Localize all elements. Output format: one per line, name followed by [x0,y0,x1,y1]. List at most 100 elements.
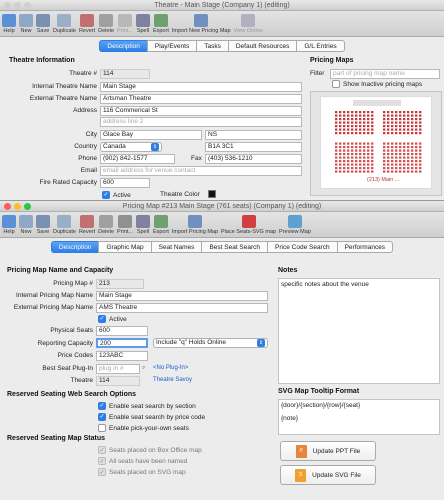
enable-seat-search-by-section-checkbox[interactable]: ✓ Enable seat search by section [98,402,196,410]
email-field[interactable]: email address for venue contact [100,166,302,176]
tab-performances[interactable]: Performances [336,241,394,253]
save-toolbar-button[interactable]: Save [36,14,50,34]
fax-field[interactable]: (403) 536-1210 [205,154,302,164]
seat-dot [343,125,346,128]
window-title: Theatre - Main Stage (Company 1) (editin… [154,2,290,9]
minimize-window-button[interactable] [14,2,21,9]
filter-input[interactable]: part of pricing map name [330,69,440,79]
seat-dot [363,163,366,166]
print-toolbar-button[interactable]: Print... [117,215,133,235]
close-window-button[interactable] [4,2,11,9]
tab-best-seat-search[interactable]: Best Seat Search [201,241,268,253]
tab-play-events[interactable]: Play/Events [146,40,197,52]
spell-toolbar-button[interactable]: Spell [135,14,150,34]
seat-dot [347,153,350,156]
revert-toolbar-button[interactable]: Revert [79,14,95,34]
pricing-map-list[interactable]: (213) Main ... [310,91,442,196]
zoom-window-button[interactable] [24,203,31,210]
close-window-button[interactable] [4,203,11,210]
export-toolbar-button[interactable]: Export [153,14,169,34]
zoom-window-button[interactable] [24,2,31,9]
show-inactive-checkbox[interactable]: Show Inactive pricing maps [332,80,422,88]
view-online-toolbar-button[interactable]: View Online [234,14,263,34]
new-toolbar-button[interactable]: New [19,215,33,235]
update-ppt-button[interactable]: P Update PPT File [280,441,376,461]
seat-dot [335,125,338,128]
update-ppt-label: Update PPT File [312,447,361,455]
seat-dot [359,118,362,121]
seat-dot [383,170,386,173]
print-toolbar-button[interactable]: Print... [117,14,133,34]
search-icon[interactable]: ⌕ [142,365,145,372]
seat-dot [395,149,398,152]
delete-toolbar-button[interactable]: Delete [98,215,114,235]
tab-price-code-search[interactable]: Price Code Search [267,241,337,253]
theatre-color-swatch[interactable] [208,190,216,198]
checkbox-label: Enable seat search by section [109,402,196,410]
import-pricing-map-toolbar-button[interactable]: Import Pricing Map [172,215,218,235]
map-active-checkbox[interactable]: ✓ Active [98,315,127,323]
price-codes-field[interactable]: 123ABC [96,351,148,361]
help-toolbar-button[interactable]: Help [2,14,16,34]
place-seats-svg-map-toolbar-button[interactable]: Place Seats-SVG map [221,215,276,235]
address-line1-field[interactable]: 116 Commerical St [100,106,302,116]
pricing-map-thumbnail[interactable]: (213) Main ... [320,96,432,189]
seat-dot [415,118,418,121]
export-toolbar-button[interactable]: Export [153,215,169,235]
seat-dot [347,156,350,159]
spell-toolbar-button[interactable]: Spell [135,215,150,235]
spell-icon [135,14,150,27]
duplicate-toolbar-button[interactable]: Duplicate [53,14,76,34]
help-toolbar-button[interactable]: Help [2,215,16,235]
country-select[interactable]: Canada ⇕ [100,142,162,152]
tab-graphic-map[interactable]: Graphic Map [98,241,151,253]
tab-description[interactable]: Description [50,241,99,253]
address-line2-field[interactable]: address line 2 [100,117,302,127]
physical-seats-field[interactable]: 600 [96,326,148,336]
save-toolbar-button[interactable]: Save [36,215,50,235]
no-plugin-link[interactable]: <No Plug-In> [153,365,188,371]
external-map-name-field[interactable]: AMS Theatre [96,303,268,313]
preview-map-toolbar-button[interactable]: Preview Map [279,215,311,235]
section-title: Pricing Map Name and Capacity [7,267,114,274]
tab-seat-names[interactable]: Seat Names [150,241,202,253]
toolbar-button-label: Save [36,28,50,34]
theatre-name-link[interactable]: Theatre Savoy [153,377,192,383]
internal-map-name-field[interactable]: Main Stage [96,291,268,301]
new-toolbar-button[interactable]: New [19,14,33,34]
include-holds-select[interactable]: Include "q" Holds Online ⇕ [153,338,268,348]
seat-dot [407,118,410,121]
seat-dot [335,146,338,149]
seat-dot [355,118,358,121]
import-new-pricing-map-toolbar-button[interactable]: Import New Pricing Map [172,14,231,34]
tab-tasks[interactable]: Tasks [196,40,228,52]
theatre-active-checkbox[interactable]: ✓ Active [102,191,131,199]
tab-g-l-entries[interactable]: G/L Entries [296,40,345,52]
internal-name-field[interactable]: Main Stage [100,82,302,92]
city-field[interactable]: Glace Bay [100,130,202,140]
reporting-capacity-field[interactable]: 200 [96,338,148,348]
seat-dot [367,167,370,170]
enable-seat-search-by-price-code-checkbox[interactable]: ✓ Enable seat search by price code [98,413,205,421]
seat-dot [359,160,362,163]
delete-toolbar-button[interactable]: Delete [98,14,114,34]
fire-capacity-field[interactable]: 600 [100,178,150,188]
postal-code-field[interactable]: B1A 3C1 [205,142,302,152]
enable-pick-your-own-seats-checkbox[interactable]: Enable pick-your-own seats [98,424,189,432]
seat-dot [387,153,390,156]
seat-dot [343,163,346,166]
external-name-field[interactable]: Artsman Theatre [100,94,302,104]
minimize-window-button[interactable] [14,203,21,210]
svg-tooltip-textarea[interactable]: {door}/{section}/{row}/{seat} {note} [278,399,440,435]
plugin-field[interactable]: plug in # [96,364,140,374]
revert-toolbar-button[interactable]: Revert [79,215,95,235]
seat-dot [343,132,346,135]
update-svg-button[interactable]: S Update SVG File [280,465,376,485]
province-field[interactable]: NS [205,130,302,140]
duplicate-toolbar-button[interactable]: Duplicate [53,215,76,235]
tab-default-resources[interactable]: Default Resources [227,40,297,52]
tab-description[interactable]: Description [99,40,147,52]
notes-textarea[interactable]: specific notes about the venue [278,278,440,384]
view-online-icon [241,14,256,27]
phone-field[interactable]: (902) 842-1577 [100,154,175,164]
